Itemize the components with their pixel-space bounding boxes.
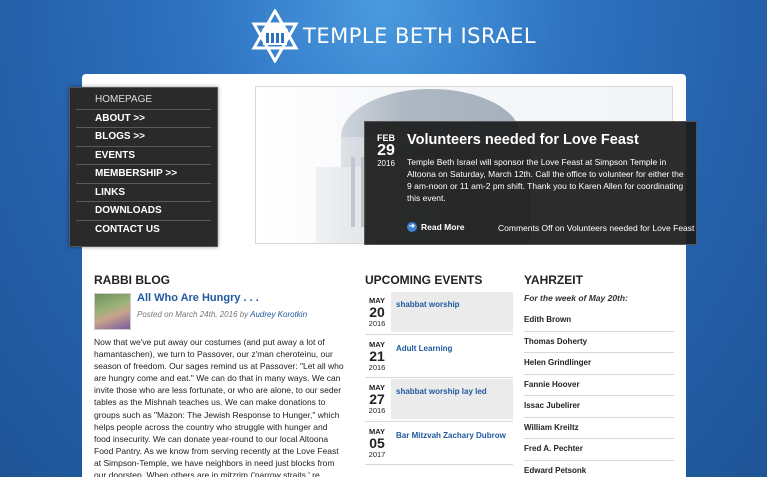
star-of-david-logo-icon[interactable] — [250, 9, 300, 63]
event-item[interactable]: MAY 27 2016 shabbat worship lay led — [365, 378, 513, 422]
yahrzeit-heading: YAHRZEIT — [524, 273, 583, 287]
blog-post-title[interactable]: All Who Are Hungry . . . — [137, 292, 259, 304]
read-more-label: Read More — [421, 222, 465, 232]
event-name-link[interactable]: shabbat worship lay led — [396, 387, 487, 396]
blog-post-body: Now that we've put away our costumes (an… — [94, 337, 344, 477]
yahrzeit-list: For the week of May 20th: Edith Brown Th… — [524, 291, 674, 477]
event-highlight — [391, 423, 513, 463]
event-name-link[interactable]: Adult Learning — [396, 344, 452, 353]
posted-on-text: Posted on March 24th, 2016 by — [137, 310, 251, 319]
events-list: MAY 20 2016 shabbat worship MAY 21 2016 … — [365, 291, 513, 465]
event-date: MAY 05 2017 — [365, 427, 389, 459]
event-year: 2016 — [368, 319, 386, 328]
nav-item-homepage[interactable]: HOMEPAGE — [76, 91, 211, 110]
rabbi-avatar — [94, 293, 131, 330]
nav-item-membership[interactable]: MEMBERSHIP >> — [76, 165, 211, 184]
event-name-link[interactable]: Bar Mitzvah Zachary Dubrow — [396, 431, 506, 440]
event-name-link[interactable]: shabbat worship — [396, 300, 460, 309]
nav-item-links[interactable]: LINKS — [76, 184, 211, 202]
event-year: 2016 — [368, 362, 386, 372]
event-year: 2016 — [368, 406, 386, 415]
arrow-right-circle-icon: ➜ — [407, 222, 417, 232]
event-day: 05 — [369, 434, 385, 451]
featured-body: Temple Beth Israel will sponsor the Love… — [407, 157, 684, 203]
yahrzeit-name: Edith Brown — [524, 310, 674, 332]
main-navigation: HOMEPAGE ABOUT >> BLOGS >> EVENTS MEMBER… — [69, 87, 218, 247]
event-date: MAY 20 2016 — [365, 296, 389, 328]
yahrzeit-name: Issac Jubelirer — [524, 396, 674, 418]
featured-year: 2016 — [377, 159, 395, 168]
event-highlight — [391, 379, 513, 419]
yahrzeit-week-label: For the week of May 20th: — [524, 293, 628, 303]
nav-item-blogs[interactable]: BLOGS >> — [76, 128, 211, 147]
blog-post-meta: Posted on March 24th, 2016 by Audrey Kor… — [137, 310, 307, 319]
event-highlight — [391, 336, 513, 376]
event-year: 2017 — [368, 449, 386, 459]
upcoming-events-heading: UPCOMING EVENTS — [365, 273, 483, 287]
nav-item-contact-us[interactable]: CONTACT US — [76, 221, 211, 240]
yahrzeit-name: Edward Petsonk — [524, 461, 674, 477]
nav-item-about[interactable]: ABOUT >> — [76, 110, 211, 128]
event-highlight — [391, 292, 513, 332]
nav-item-events[interactable]: EVENTS — [76, 147, 211, 165]
event-item[interactable]: MAY 21 2016 Adult Learning — [365, 335, 513, 378]
event-date: MAY 21 2016 — [365, 340, 389, 372]
event-date: MAY 27 2016 — [365, 383, 389, 415]
site-title[interactable]: TEMPLE BETH ISRAEL — [303, 24, 536, 48]
featured-title[interactable]: Volunteers needed for Love Feast — [407, 132, 639, 148]
yahrzeit-name: Fred A. Pechter — [524, 439, 674, 461]
event-day: 21 — [369, 347, 385, 364]
read-more-link[interactable]: ➜ Read More — [407, 222, 464, 232]
site-header: TEMPLE BETH ISRAEL — [0, 0, 767, 72]
event-day: 27 — [369, 391, 385, 407]
nav-item-downloads[interactable]: DOWNLOADS — [76, 202, 211, 221]
comments-off-text: Comments Off on Volunteers needed for Lo… — [498, 223, 695, 233]
rabbi-blog-heading: RABBI BLOG — [94, 273, 170, 287]
featured-day: 29 — [377, 142, 395, 159]
event-item[interactable]: MAY 05 2017 Bar Mitzvah Zachary Dubrow — [365, 422, 513, 465]
yahrzeit-name: William Kreiltz — [524, 418, 674, 439]
blog-author-link[interactable]: Audrey Korotkin — [250, 310, 307, 319]
featured-date-badge: FEB 29 2016 — [372, 133, 400, 168]
yahrzeit-name: Thomas Doherty — [524, 332, 674, 353]
event-day: 20 — [369, 304, 385, 320]
yahrzeit-name: Helen Grindlinger — [524, 353, 674, 375]
yahrzeit-name: Fannie Hoover — [524, 375, 674, 396]
featured-post: FEB 29 2016 Volunteers needed for Love F… — [364, 121, 697, 245]
event-item[interactable]: MAY 20 2016 shabbat worship — [365, 291, 513, 335]
